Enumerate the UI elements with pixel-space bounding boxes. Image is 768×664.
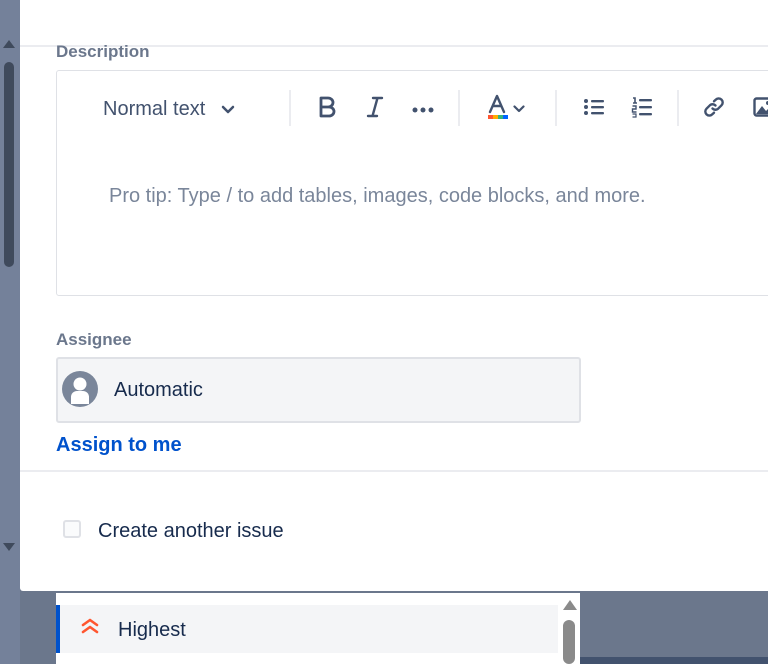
editor-placeholder: Pro tip: Type / to add tables, images, c…	[109, 185, 646, 207]
assignee-select[interactable]: Automatic	[56, 357, 581, 423]
dropdown-scrollbar[interactable]	[560, 593, 580, 664]
italic-button[interactable]	[359, 93, 391, 125]
assign-to-me-link[interactable]: Assign to me	[56, 434, 182, 457]
bullet-list-button[interactable]	[577, 93, 611, 125]
bullet-list-icon	[583, 97, 605, 122]
priority-dropdown-menu: Highest	[56, 593, 580, 664]
assignee-label: Assignee	[56, 330, 132, 349]
text-style-label: Normal text	[103, 97, 206, 120]
link-button[interactable]	[697, 93, 731, 125]
bold-button[interactable]	[311, 93, 343, 125]
priority-option-highest[interactable]: Highest	[56, 605, 558, 653]
link-icon	[702, 95, 726, 124]
italic-icon	[365, 96, 385, 123]
editor-toolbar: Normal text	[57, 71, 768, 147]
numbered-list-button[interactable]	[625, 93, 659, 125]
description-editor[interactable]: Normal text Pro tip: Type / to add table…	[56, 70, 768, 296]
bold-icon	[317, 96, 337, 123]
chevron-down-icon	[513, 100, 525, 118]
background-bar	[580, 657, 768, 664]
dropdown-scrollbar-thumb[interactable]	[563, 620, 575, 664]
footer-divider	[20, 470, 768, 472]
image-button[interactable]	[747, 93, 768, 125]
avatar-icon	[62, 371, 98, 407]
toolbar-separator	[677, 90, 679, 126]
more-formatting-button[interactable]	[407, 93, 439, 125]
chevron-down-icon	[221, 98, 235, 121]
more-icon	[412, 100, 434, 118]
scroll-up-arrow-icon[interactable]	[3, 40, 15, 48]
image-icon	[753, 96, 768, 122]
create-another-checkbox[interactable]	[63, 520, 81, 538]
text-color-button[interactable]	[481, 93, 531, 125]
priority-option-label: Highest	[118, 619, 186, 641]
toolbar-separator	[458, 90, 460, 126]
assignee-value: Automatic	[114, 379, 203, 401]
text-style-dropdown[interactable]: Normal text	[93, 93, 253, 125]
description-label: Description	[56, 42, 150, 61]
scroll-down-arrow-icon[interactable]	[3, 543, 15, 551]
scroll-up-arrow-icon[interactable]	[563, 600, 577, 610]
priority-highest-icon	[80, 617, 100, 640]
page-scrollbar[interactable]	[0, 0, 20, 664]
scrollbar-thumb[interactable]	[4, 62, 14, 267]
text-color-icon	[487, 94, 509, 125]
create-another-label[interactable]: Create another issue	[98, 520, 284, 543]
numbered-list-icon	[631, 96, 653, 123]
toolbar-separator	[289, 90, 291, 126]
toolbar-separator	[555, 90, 557, 126]
